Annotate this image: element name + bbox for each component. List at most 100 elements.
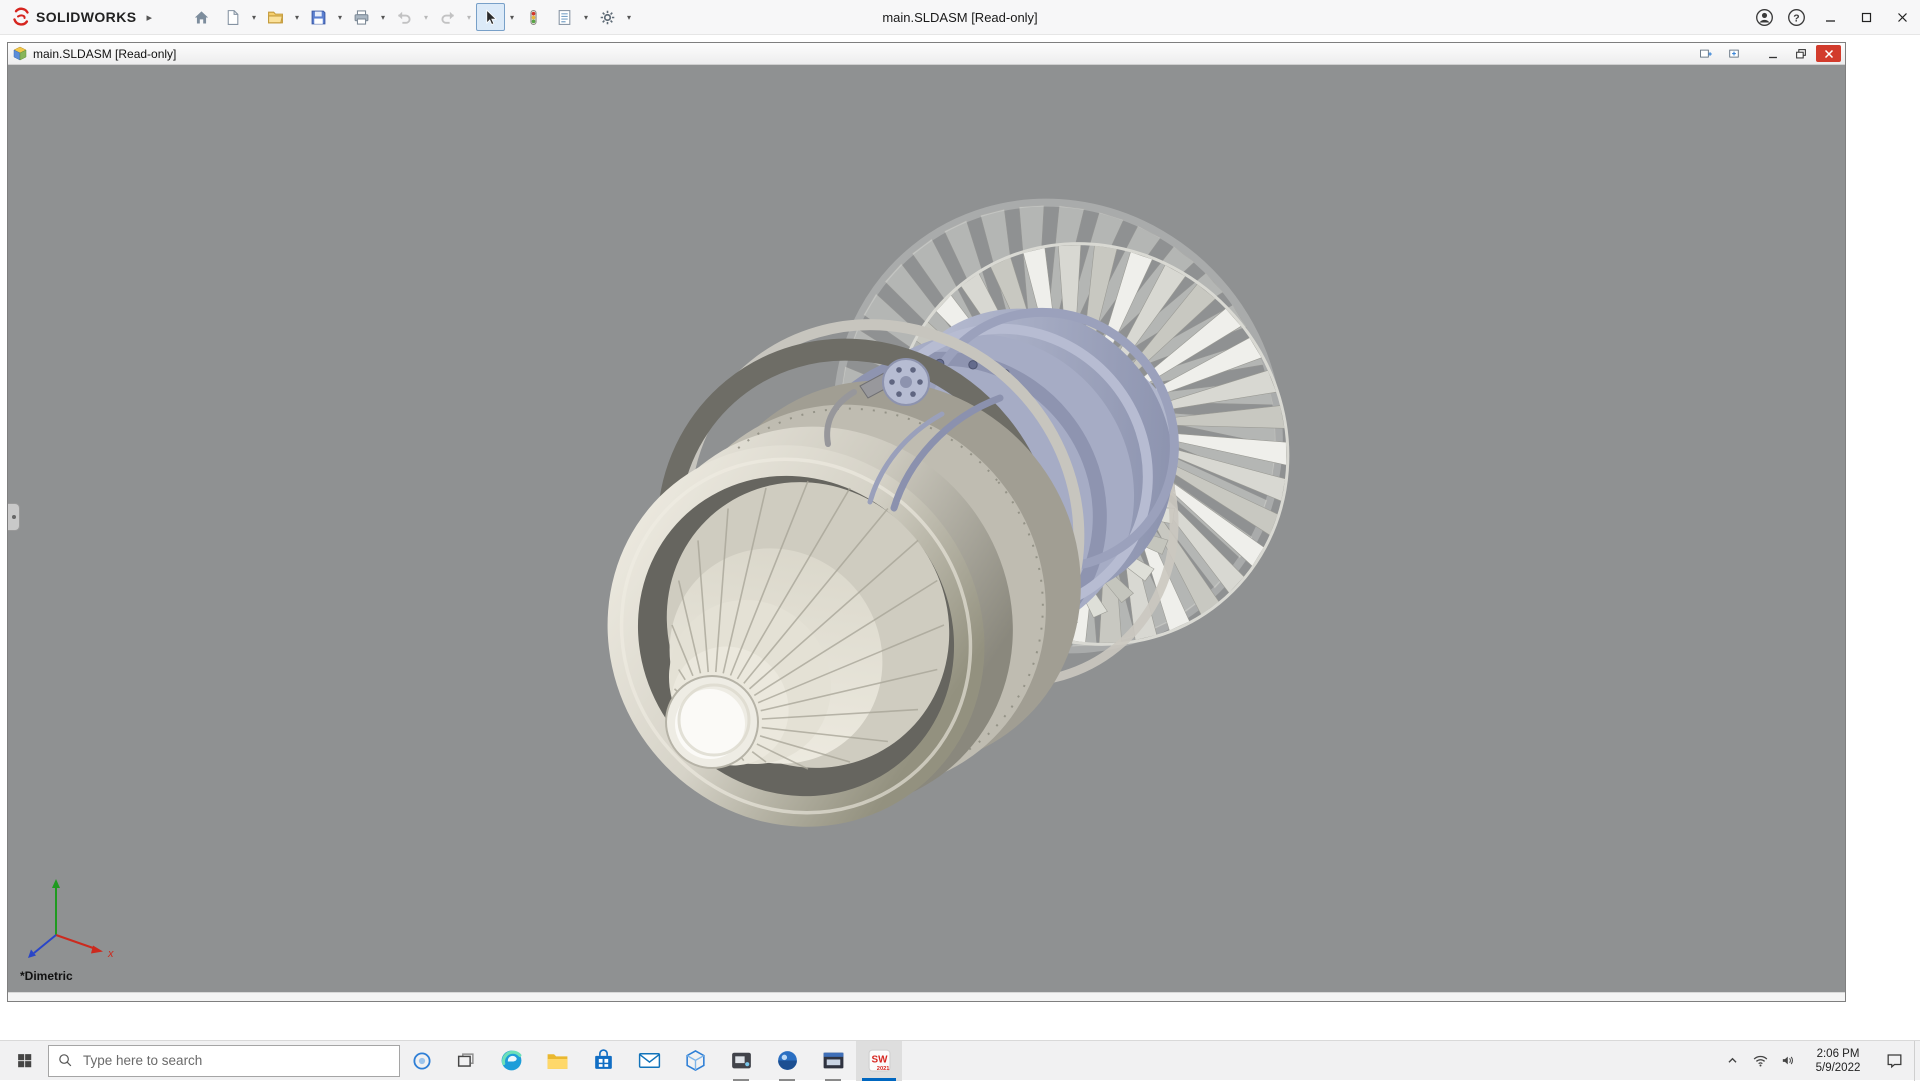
maximize-icon <box>1861 12 1871 22</box>
new-window-button[interactable] <box>1693 45 1718 62</box>
taskbar-app-3dexperience[interactable] <box>764 1041 810 1081</box>
redo-button[interactable] <box>433 3 462 31</box>
undo-icon <box>398 11 411 24</box>
new-document-button[interactable] <box>218 3 247 31</box>
undo-button[interactable] <box>390 3 419 31</box>
cortana-icon <box>413 1051 431 1070</box>
app-title-bar: SOLIDWORKS ▸ ▾ ▾ ▾ ▾ ▾ ▾ ▾ ▾ ▾ main.SLDASM [Read… <box>0 0 1920 35</box>
options-button[interactable] <box>593 3 622 31</box>
help-button[interactable]: ? <box>1780 0 1812 34</box>
file-properties-icon <box>558 9 571 25</box>
mail-icon <box>638 1053 660 1068</box>
taskbar-app-microsoft-edge[interactable] <box>488 1041 534 1081</box>
volume-button[interactable] <box>1774 1041 1802 1081</box>
start-button[interactable] <box>0 1041 48 1081</box>
select-dropdown[interactable]: ▾ <box>506 4 518 30</box>
x-axis-arrow <box>91 945 103 954</box>
save-dropdown[interactable]: ▾ <box>334 4 346 30</box>
taskbar-apps: SW 2021 <box>488 1040 902 1081</box>
undo-dropdown[interactable]: ▾ <box>420 4 432 30</box>
windows-taskbar: SW2021 2:06 PM 5/9/2022 <box>0 1040 1920 1081</box>
options-icon <box>600 10 615 24</box>
search-icon <box>59 1054 72 1067</box>
close-icon <box>1897 12 1907 22</box>
app-window-icon <box>823 1052 843 1069</box>
print-dropdown[interactable]: ▾ <box>377 4 389 30</box>
chevron-up-icon <box>1727 1057 1737 1063</box>
tray-overflow-button[interactable] <box>1718 1041 1746 1081</box>
speaker-icon <box>1782 1056 1793 1065</box>
taskbar-app-snip-tool[interactable] <box>718 1041 764 1081</box>
close-icon <box>1824 49 1833 58</box>
app-maximize-button[interactable] <box>1848 0 1884 34</box>
new-window-icon <box>1699 49 1712 58</box>
taskbar-app-microsoft-store[interactable] <box>580 1041 626 1081</box>
task-view-button[interactable] <box>444 1041 488 1081</box>
3dexperience-icon <box>777 1051 797 1070</box>
cortana-button[interactable] <box>400 1041 444 1081</box>
rebuild-button[interactable] <box>519 3 548 31</box>
search-input[interactable] <box>81 1052 391 1069</box>
taskbar-app-app-window[interactable] <box>810 1041 856 1081</box>
solidworks-2021-icon: SW2021 <box>868 1049 890 1072</box>
taskbar-clock[interactable]: 2:06 PM 5/9/2022 <box>1802 1047 1874 1075</box>
assembly-cube-icon <box>13 46 27 60</box>
app-minimize-button[interactable] <box>1812 0 1848 34</box>
snip-tool-icon <box>731 1052 751 1069</box>
file-properties-button[interactable] <box>550 3 579 31</box>
graphics-viewport[interactable]: x *Dimetric <box>8 65 1845 993</box>
select-button[interactable] <box>475 3 505 31</box>
open-button[interactable] <box>261 3 290 31</box>
print-icon <box>354 9 369 25</box>
document-window: main.SLDASM [Read-only] x *Dimetric <box>7 42 1846 1002</box>
view-orientation-label: *Dimetric <box>20 969 73 983</box>
select-icon <box>486 8 497 25</box>
new-document-dropdown[interactable]: ▾ <box>248 4 260 30</box>
redo-dropdown[interactable]: ▾ <box>463 4 475 30</box>
microsoft-edge-icon <box>501 1050 521 1071</box>
network-button[interactable] <box>1746 1041 1774 1081</box>
taskbar-app-mail[interactable] <box>626 1041 672 1081</box>
panel-collapse-tab[interactable] <box>8 503 20 531</box>
rebuild-icon <box>530 9 537 25</box>
account-icon <box>1755 8 1773 26</box>
show-desktop-button[interactable] <box>1914 1040 1920 1081</box>
clock-date: 5/9/2022 <box>1815 1061 1861 1074</box>
notification-icon <box>1887 1054 1901 1069</box>
microsoft-store-icon <box>594 1049 612 1069</box>
reference-triad: x <box>28 879 114 960</box>
taskbar-app-3d-viewer[interactable] <box>672 1041 718 1081</box>
document-window-controls <box>1693 45 1841 62</box>
taskbar-search[interactable] <box>48 1044 400 1077</box>
save-button[interactable] <box>304 3 333 31</box>
open-icon <box>268 11 284 23</box>
file-properties-dropdown[interactable]: ▾ <box>580 4 592 30</box>
document-window-footer <box>8 992 1845 1001</box>
taskbar-app-solidworks-2021[interactable]: SW 2021 <box>856 1040 902 1081</box>
x-axis-label: x <box>107 948 114 960</box>
home-button[interactable] <box>187 3 216 31</box>
doc-restore-button[interactable] <box>1788 45 1813 62</box>
viewport-canvas[interactable] <box>8 65 1845 993</box>
running-indicator <box>862 1077 896 1081</box>
doc-close-button[interactable] <box>1816 45 1841 62</box>
svg-text:?: ? <box>1793 13 1799 24</box>
solidworks-logo: SOLIDWORKS ▸ <box>0 6 152 28</box>
open-dropdown[interactable]: ▾ <box>291 4 303 30</box>
account-button[interactable] <box>1748 0 1780 34</box>
document-title-bar[interactable]: main.SLDASM [Read-only] <box>8 43 1845 65</box>
system-tray: 2:06 PM 5/9/2022 <box>1718 1040 1920 1081</box>
menu-flyout-arrow[interactable]: ▸ <box>146 11 152 24</box>
doc-minimize-button[interactable] <box>1760 45 1785 62</box>
options-dropdown[interactable]: ▾ <box>623 4 635 30</box>
app-close-button[interactable] <box>1884 0 1920 34</box>
action-center-button[interactable] <box>1874 1041 1914 1081</box>
help-icon: ? <box>1787 8 1805 26</box>
svg-text:SW: SW <box>871 1055 888 1066</box>
print-button[interactable] <box>347 3 376 31</box>
tile-window-button[interactable] <box>1721 45 1746 62</box>
clock-time: 2:06 PM <box>1816 1047 1860 1060</box>
jet-engine-model[interactable] <box>530 113 1369 903</box>
taskbar-app-file-explorer[interactable] <box>534 1041 580 1081</box>
windows-logo-icon <box>17 1054 31 1068</box>
